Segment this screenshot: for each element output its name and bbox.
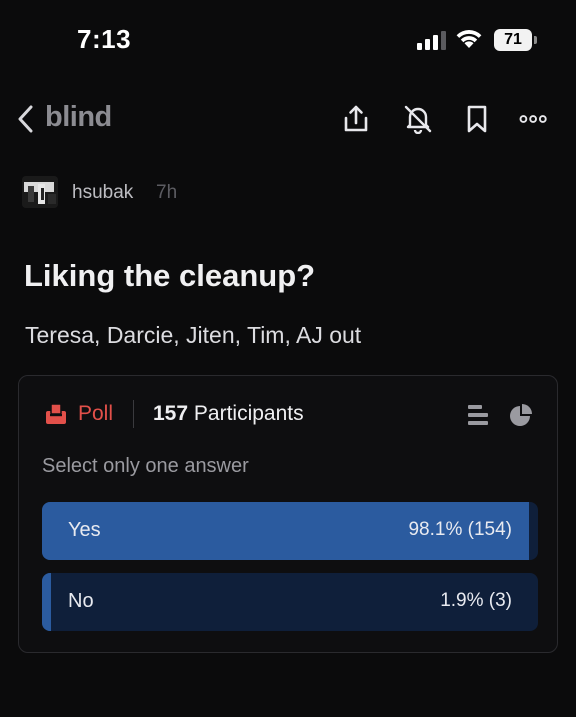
poll-option-label: No bbox=[68, 590, 94, 612]
battery-level: 71 bbox=[494, 29, 532, 51]
status-bar: 7:13 71 bbox=[0, 0, 576, 80]
poll-instruction: Select only one answer bbox=[42, 455, 249, 477]
avatar[interactable] bbox=[22, 176, 58, 208]
author-name[interactable]: hsubak bbox=[72, 182, 133, 204]
chevron-left-icon[interactable] bbox=[14, 104, 38, 134]
share-icon[interactable] bbox=[341, 104, 371, 134]
poll-option-result: 1.9% (3) bbox=[440, 590, 512, 611]
poll-option-label: Yes bbox=[68, 519, 101, 541]
bar-view-icon[interactable] bbox=[467, 403, 489, 427]
more-icon[interactable] bbox=[519, 104, 549, 134]
author-row: hsubak 7h bbox=[22, 176, 522, 210]
post-title: Liking the cleanup? bbox=[24, 258, 316, 293]
poll-option-fill bbox=[42, 573, 52, 631]
avatar-image bbox=[22, 176, 58, 208]
battery-icon: 71 bbox=[494, 29, 538, 51]
post-time: 7h bbox=[156, 182, 178, 203]
battery-cap bbox=[534, 36, 537, 44]
pie-view-icon[interactable] bbox=[509, 403, 533, 427]
poll-header: Poll 157 Participants bbox=[19, 376, 557, 454]
poll-divider bbox=[133, 400, 134, 428]
participants-summary: 157 Participants bbox=[153, 402, 304, 426]
brand-logo: blind bbox=[45, 101, 112, 133]
top-nav: blind bbox=[0, 90, 576, 150]
status-time: 7:13 bbox=[77, 24, 132, 54]
poll-label: Poll bbox=[78, 402, 114, 425]
bell-off-icon[interactable] bbox=[403, 104, 433, 134]
signal-icon bbox=[417, 31, 446, 50]
post-body: Teresa, Darcie, Jiten, Tim, AJ out bbox=[25, 322, 362, 348]
poll-option-yes[interactable]: Yes 98.1% (154) bbox=[42, 502, 538, 560]
participants-label: Participants bbox=[193, 402, 304, 425]
poll-option-result: 98.1% (154) bbox=[408, 519, 512, 540]
participants-count: 157 bbox=[153, 402, 189, 425]
poll-card: Poll 157 Participants Select only one an… bbox=[18, 375, 558, 653]
poll-option-no[interactable]: No 1.9% (3) bbox=[42, 573, 538, 631]
bookmark-icon[interactable] bbox=[462, 104, 492, 134]
ballot-box-icon bbox=[46, 403, 66, 424]
wifi-icon bbox=[456, 30, 482, 48]
